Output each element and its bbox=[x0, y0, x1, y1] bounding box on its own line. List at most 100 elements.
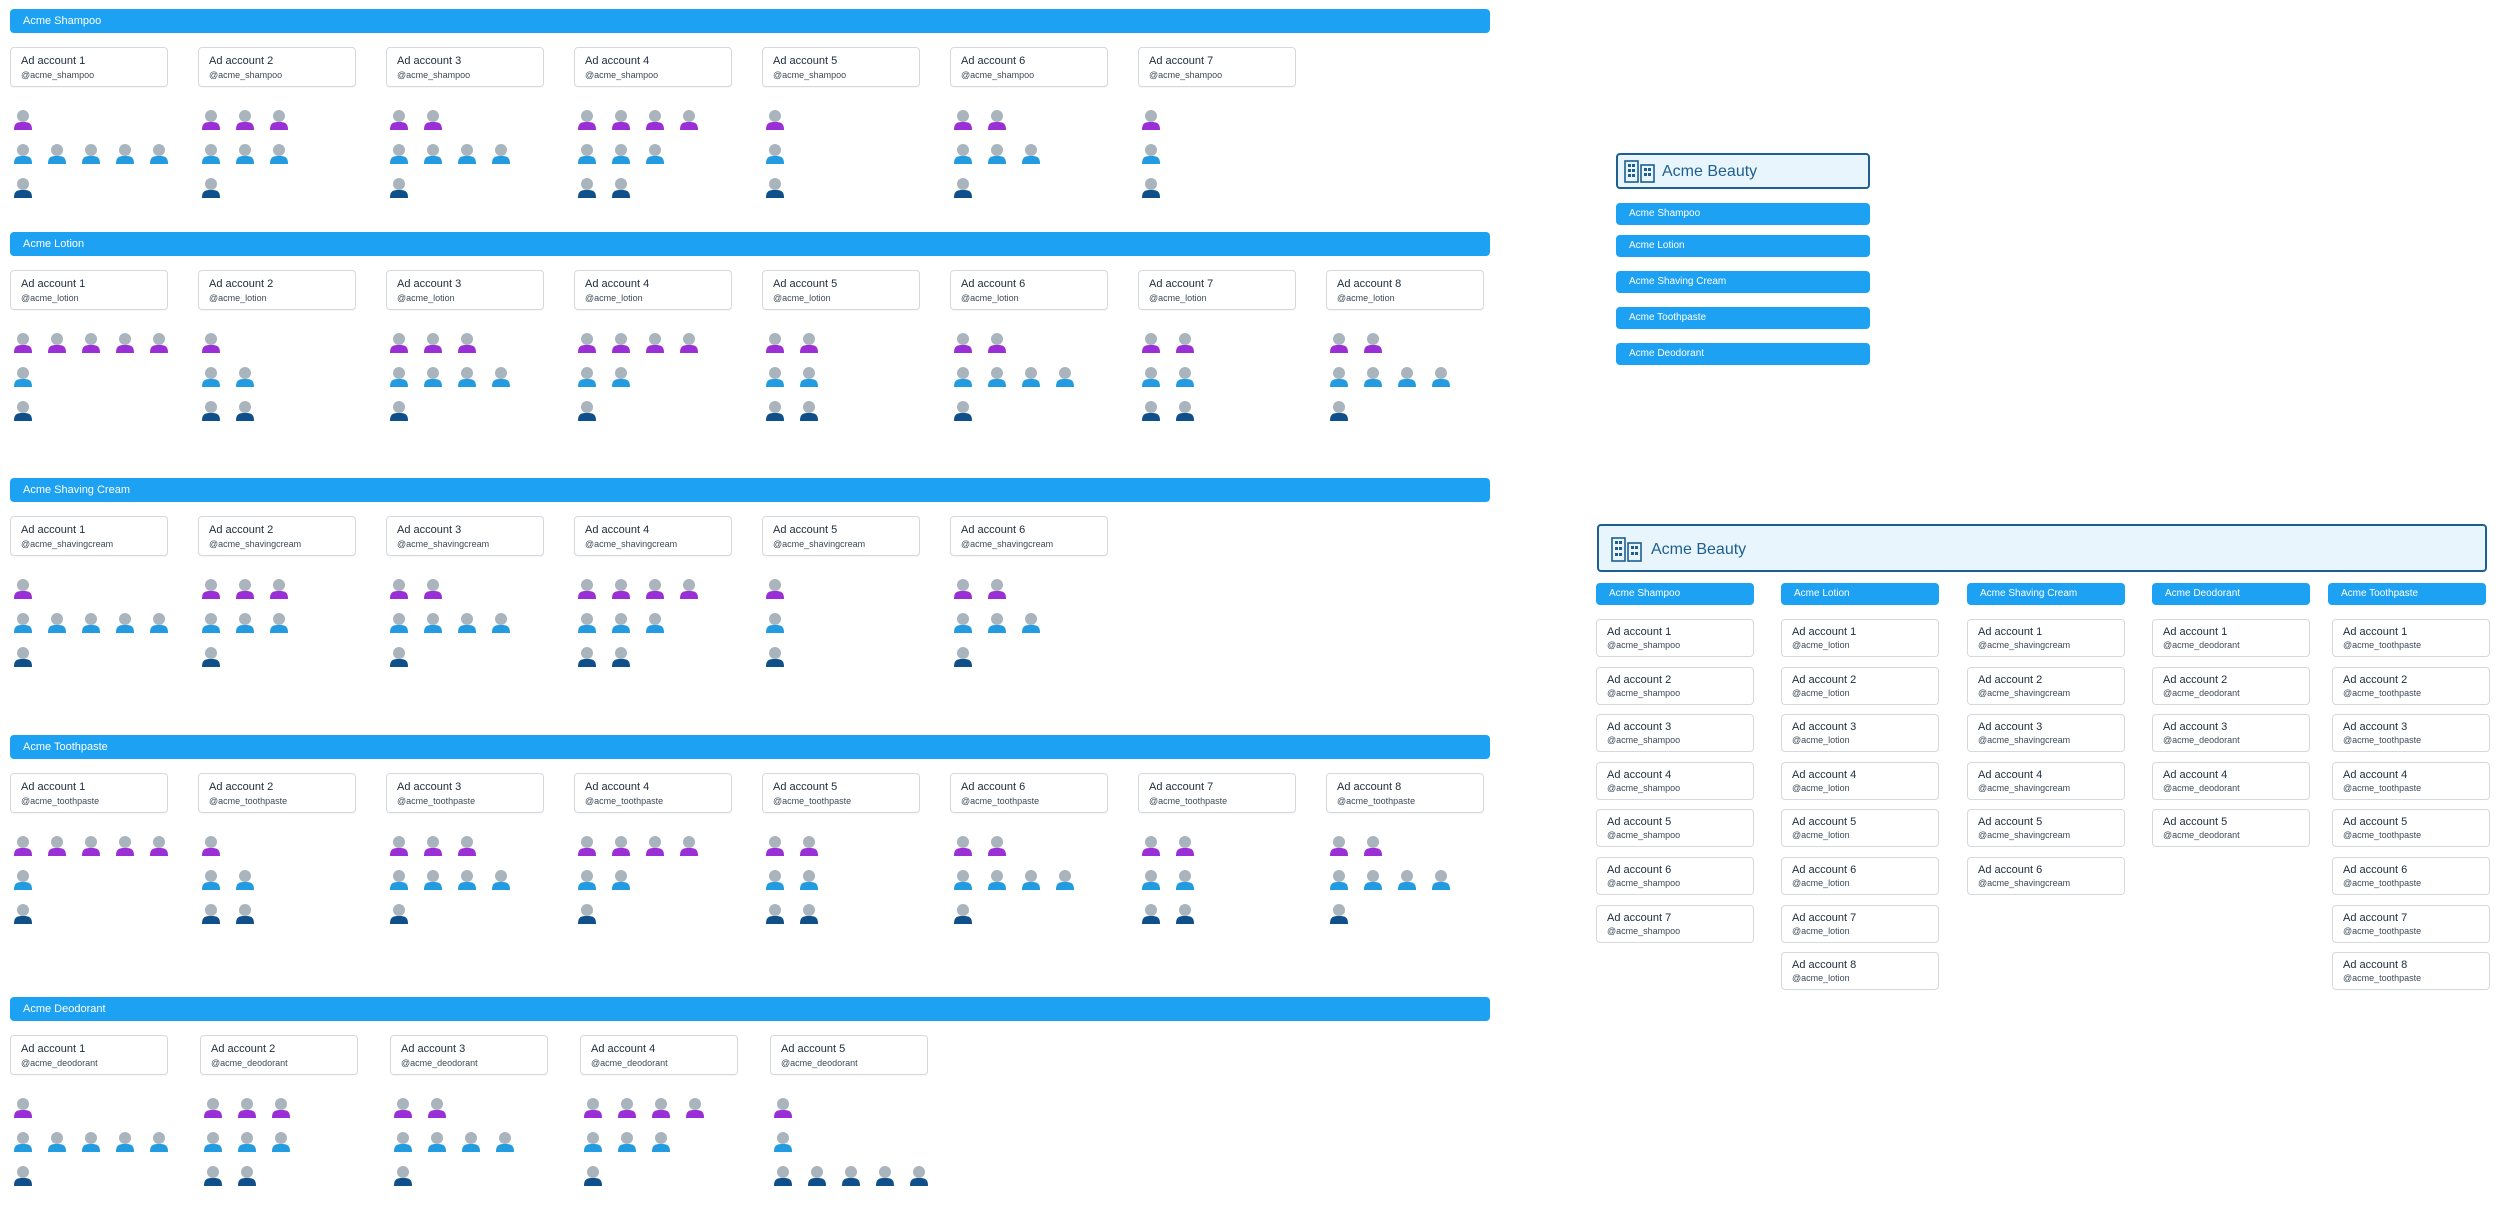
ad-account-card[interactable]: Ad account 3 @acme_shavingcream bbox=[386, 516, 544, 556]
ad-account-handle: @acme_shampoo bbox=[1607, 830, 1681, 841]
ad-account-card[interactable]: Ad account 5 @acme_shampoo bbox=[762, 47, 920, 87]
ad-account-card[interactable]: Ad account 1 @acme_lotion bbox=[10, 270, 168, 310]
ad-account-name: Ad account 1 bbox=[21, 1043, 86, 1055]
summary-ad-account-card[interactable]: Ad account 2 @acme_toothpaste bbox=[2332, 666, 2490, 705]
ad-account-card[interactable]: Ad account 3 @acme_toothpaste bbox=[386, 773, 544, 813]
ad-account-card[interactable]: Ad account 6 @acme_lotion bbox=[950, 270, 1108, 310]
ad-account-name: Ad account 1 bbox=[21, 781, 86, 793]
summary-ad-account-card[interactable]: Ad account 6 @acme_lotion bbox=[1781, 857, 1939, 895]
summary-ad-account-card[interactable]: Ad account 6 @acme_shavingcream bbox=[1967, 857, 2125, 895]
person-icon-purple bbox=[390, 333, 408, 353]
summary-ad-account-card[interactable]: Ad account 4 @acme_toothpaste bbox=[2332, 761, 2490, 800]
ad-account-card[interactable]: Ad account 4 @acme_lotion bbox=[574, 270, 732, 310]
ad-account-card[interactable]: Ad account 1 @acme_shavingcream bbox=[10, 516, 168, 556]
summary-ad-account-card[interactable]: Ad account 1 @acme_shampoo bbox=[1596, 619, 1754, 657]
ad-account-card[interactable]: Ad account 6 @acme_shampoo bbox=[950, 47, 1108, 87]
summary-ad-account-card[interactable]: Ad account 3 @acme_toothpaste bbox=[2332, 714, 2490, 753]
person-icon-light-blue bbox=[116, 144, 134, 164]
ad-account-card[interactable]: Ad account 4 @acme_shavingcream bbox=[574, 516, 732, 556]
ad-account-name: Ad account 5 bbox=[2163, 816, 2228, 829]
summary-ad-account-card[interactable]: Ad account 2 @acme_lotion bbox=[1781, 666, 1939, 705]
ad-account-card[interactable]: Ad account 5 @acme_toothpaste bbox=[762, 773, 920, 813]
summary-ad-account-card[interactable]: Ad account 2 @acme_shavingcream bbox=[1967, 666, 2125, 705]
ad-account-card[interactable]: Ad account 3 @acme_deodorant bbox=[390, 1035, 548, 1075]
person-icon-light-blue bbox=[14, 870, 32, 890]
ad-account-card[interactable]: Ad account 6 @acme_shavingcream bbox=[950, 516, 1108, 556]
ad-account-card[interactable]: Ad account 8 @acme_lotion bbox=[1326, 270, 1484, 310]
summary-ad-account-card[interactable]: Ad account 7 @acme_toothpaste bbox=[2332, 904, 2490, 943]
summary-ad-account-card[interactable]: Ad account 4 @acme_shavingcream bbox=[1967, 761, 2125, 800]
ad-account-card[interactable]: Ad account 2 @acme_shavingcream bbox=[198, 516, 356, 556]
person-icon-light-blue bbox=[150, 613, 168, 633]
summary-ad-account-card[interactable]: Ad account 5 @acme_shampoo bbox=[1596, 809, 1754, 848]
person-icon-light-blue bbox=[82, 144, 100, 164]
ad-account-card[interactable]: Ad account 7 @acme_toothpaste bbox=[1138, 773, 1296, 813]
summary-ad-account-card[interactable]: Ad account 2 @acme_shampoo bbox=[1596, 666, 1754, 705]
person-icon-dark-blue bbox=[766, 904, 784, 924]
summary-ad-account-card[interactable]: Ad account 5 @acme_lotion bbox=[1781, 809, 1939, 848]
summary-ad-account-card[interactable]: Ad account 1 @acme_lotion bbox=[1781, 619, 1939, 657]
summary-ad-account-card[interactable]: Ad account 8 @acme_lotion bbox=[1781, 952, 1939, 991]
ad-account-card[interactable]: Ad account 5 @acme_shavingcream bbox=[762, 516, 920, 556]
ad-account-card[interactable]: Ad account 2 @acme_lotion bbox=[198, 270, 356, 310]
ad-account-handle: @acme_deodorant bbox=[2163, 640, 2240, 650]
summary-ad-account-card[interactable]: Ad account 3 @acme_deodorant bbox=[2152, 714, 2310, 753]
person-icon-purple bbox=[954, 333, 972, 353]
ad-account-card[interactable]: Ad account 1 @acme_toothpaste bbox=[10, 773, 168, 813]
summary-ad-account-card[interactable]: Ad account 3 @acme_shavingcream bbox=[1967, 714, 2125, 753]
summary-ad-account-card[interactable]: Ad account 7 @acme_lotion bbox=[1781, 904, 1939, 943]
summary-ad-account-card[interactable]: Ad account 4 @acme_shampoo bbox=[1596, 761, 1754, 800]
person-icon-dark-blue bbox=[1176, 904, 1194, 924]
person-icon-light-blue bbox=[1398, 367, 1416, 387]
person-icon-purple bbox=[1142, 110, 1160, 130]
ad-account-card[interactable]: Ad account 3 @acme_lotion bbox=[386, 270, 544, 310]
person-icon-dark-blue bbox=[954, 401, 972, 421]
person-icon-dark-blue bbox=[578, 178, 596, 198]
summary-ad-account-card[interactable]: Ad account 5 @acme_toothpaste bbox=[2332, 809, 2490, 848]
ad-account-card[interactable]: Ad account 5 @acme_deodorant bbox=[770, 1035, 928, 1075]
summary-ad-account-card[interactable]: Ad account 5 @acme_shavingcream bbox=[1967, 809, 2125, 848]
person-icon-dark-blue bbox=[390, 401, 408, 421]
person-icon-light-blue bbox=[766, 367, 784, 387]
ad-account-name: Ad account 2 bbox=[1978, 673, 2043, 686]
summary-ad-account-card[interactable]: Ad account 1 @acme_deodorant bbox=[2152, 619, 2310, 657]
person-icon-dark-blue bbox=[876, 1166, 894, 1186]
ad-account-card[interactable]: Ad account 7 @acme_lotion bbox=[1138, 270, 1296, 310]
ad-account-card[interactable]: Ad account 7 @acme_shampoo bbox=[1138, 47, 1296, 87]
ad-account-card[interactable]: Ad account 4 @acme_toothpaste bbox=[574, 773, 732, 813]
ad-account-card[interactable]: Ad account 8 @acme_toothpaste bbox=[1326, 773, 1484, 813]
ad-account-card[interactable]: Ad account 6 @acme_toothpaste bbox=[950, 773, 1108, 813]
person-icon-light-blue bbox=[390, 613, 408, 633]
ad-account-card[interactable]: Ad account 1 @acme_shampoo bbox=[10, 47, 168, 87]
summary-ad-account-card[interactable]: Ad account 7 @acme_shampoo bbox=[1596, 904, 1754, 943]
ad-account-card[interactable]: Ad account 2 @acme_toothpaste bbox=[198, 773, 356, 813]
ad-account-card[interactable]: Ad account 5 @acme_lotion bbox=[762, 270, 920, 310]
ad-account-card[interactable]: Ad account 2 @acme_shampoo bbox=[198, 47, 356, 87]
person-icon-dark-blue bbox=[766, 647, 784, 667]
ad-account-handle: @acme_lotion bbox=[1792, 830, 1850, 841]
summary-ad-account-card[interactable]: Ad account 6 @acme_shampoo bbox=[1596, 857, 1754, 895]
summary-ad-account-card[interactable]: Ad account 3 @acme_shampoo bbox=[1596, 714, 1754, 753]
person-icon-purple bbox=[612, 836, 630, 856]
person-icon-purple bbox=[612, 110, 630, 130]
ad-account-card[interactable]: Ad account 4 @acme_shampoo bbox=[574, 47, 732, 87]
summary-ad-account-card[interactable]: Ad account 8 @acme_toothpaste bbox=[2332, 952, 2490, 991]
ad-account-card[interactable]: Ad account 1 @acme_deodorant bbox=[10, 1035, 168, 1075]
ad-account-card[interactable]: Ad account 3 @acme_shampoo bbox=[386, 47, 544, 87]
person-icon-purple bbox=[578, 579, 596, 599]
summary-ad-account-card[interactable]: Ad account 6 @acme_toothpaste bbox=[2332, 857, 2490, 895]
summary-ad-account-card[interactable]: Ad account 1 @acme_toothpaste bbox=[2332, 619, 2490, 657]
ad-account-handle: @acme_lotion bbox=[1792, 640, 1850, 650]
summary-ad-account-card[interactable]: Ad account 4 @acme_deodorant bbox=[2152, 761, 2310, 800]
summary-ad-account-card[interactable]: Ad account 1 @acme_shavingcream bbox=[1967, 619, 2125, 657]
summary-ad-account-card[interactable]: Ad account 2 @acme_deodorant bbox=[2152, 666, 2310, 705]
summary-ad-account-card[interactable]: Ad account 5 @acme_deodorant bbox=[2152, 809, 2310, 848]
person-icon-dark-blue bbox=[578, 401, 596, 421]
ad-account-handle: @acme_shampoo bbox=[397, 70, 471, 80]
ad-account-card[interactable]: Ad account 4 @acme_deodorant bbox=[580, 1035, 738, 1075]
summary-ad-account-card[interactable]: Ad account 3 @acme_lotion bbox=[1781, 714, 1939, 753]
ad-account-card[interactable]: Ad account 2 @acme_deodorant bbox=[200, 1035, 358, 1075]
summary-ad-account-card[interactable]: Ad account 4 @acme_lotion bbox=[1781, 761, 1939, 800]
person-icon-purple bbox=[14, 1098, 32, 1118]
person-icon-purple bbox=[680, 110, 698, 130]
